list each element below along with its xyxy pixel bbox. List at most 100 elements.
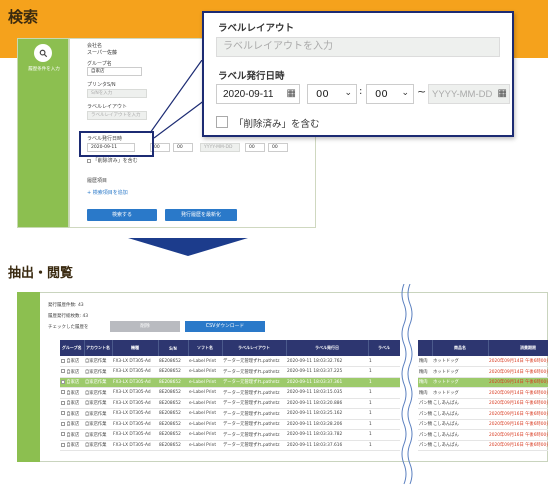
search-icon[interactable] [34,44,52,62]
minute-select[interactable]: 00 [173,143,193,152]
deleted-checkbox-label[interactable]: 「削除済み」を含む [87,157,138,164]
add-condition-link[interactable]: + 検索項目を追加 [87,189,128,196]
sidebar-label[interactable]: 履歴条件を入力 [20,66,68,72]
cell-text: 2020年09月16日 午後6時00分 [489,432,548,438]
zoom-hour-select[interactable]: 00 ⌄ [307,84,357,104]
table-row[interactable]: パン類 こしあんぱん 2020年09月16日 午後6時00分 [418,419,548,430]
table-row[interactable]: 精肉 ホットドッグ 2020年09月14日 午後6時00分 [418,377,548,388]
row-checkbox[interactable] [61,421,65,426]
row-checkbox[interactable] [61,390,65,395]
calendar-icon[interactable]: ▦ [287,88,296,99]
table-row[interactable]: 精肉 ホットドッグ 2020年09月14日 午後6時00分 [418,366,548,378]
column-header[interactable]: アカウント名 [84,340,113,356]
deleted-label-text: 「削除済み」を含む [92,158,138,164]
cell-text: FX3-LX DT305-Ad [113,369,151,375]
table-cell-model: FX3-LX DT305-Ad [112,398,158,409]
table-row[interactable]: 自家店 自家店作業 FX3-LX DT305-Ad 8E208652 e-Label P… [60,377,400,388]
table-cell-sn: 8E208652 [158,398,188,409]
row-checkbox[interactable] [61,432,65,437]
table-row[interactable]: 自家店 自家店作業 FX3-LX DT305-Ad 8E208652 e-Label P… [60,419,400,430]
column-header[interactable]: ラベル発行日 [286,340,369,356]
table-cell-date: 2020-09-11 18:03:20.886 [286,398,368,409]
zoom-minute-select[interactable]: 00 ⌄ [366,84,414,104]
table-cell-model: FX3-LX DT305-Ad [112,366,158,378]
column-header[interactable]: ソフト名 [188,340,223,356]
table-row[interactable]: パン類 こしあんぱん 2020年09月16日 午後6時00分 [418,398,548,409]
row-checkbox[interactable] [61,411,65,416]
date-to-input[interactable]: YYYY-MM-DD [200,143,240,152]
printer-sn-input[interactable]: S/Nを入力 [87,89,147,98]
zoom-source-highlight [79,131,154,157]
table-row[interactable]: 自家店 自家店作業 FX3-LX DT305-Ad 8E208652 e-Label P… [60,366,400,378]
column-header[interactable]: 消費期限 [488,340,548,356]
table-cell-sn: 8E208652 [158,377,188,388]
cell-text: 自家店 [66,432,80,438]
table-cell-item: こしあんぱん [432,419,488,430]
table-cell-soft: e-Label Print [188,408,222,420]
zoom-date-to-input[interactable]: YYYY-MM-DD ▦ [428,84,510,104]
table-cell-sn: 8E208652 [158,356,188,367]
zoom-connector-lines [150,60,206,139]
table-row[interactable]: 自家店 自家店作業 FX3-LX DT305-Ad 8E208652 e-Label P… [60,356,400,367]
calendar-icon[interactable]: ▦ [498,88,507,99]
table-cell-model: FX3-LX DT305-Ad [112,356,158,367]
cell-text: 8E208652 [159,390,181,396]
cell-text: 8E208652 [159,369,181,375]
column-header[interactable]: ラベルレイアウト [222,340,287,356]
cell-text: e-Label Print [189,358,217,364]
table-row[interactable]: 精肉 ホットドッグ 2020年09月14日 午後6時00分 [418,356,548,367]
zoom-layout-input[interactable]: ラベルレイアウトを入力 [216,37,500,57]
cell-text: 2020年09月16日 午後6時00分 [489,401,548,407]
cell-text: パン類 [419,422,432,428]
zoom-deleted-checkbox[interactable] [216,116,228,128]
cell-text: 2020年09月14日 午後6時00分 [489,390,548,396]
row-checkbox[interactable] [61,358,65,363]
table-cell-cat: 精肉 [418,366,432,378]
table-cell-cat: パン類 [418,408,432,420]
zoom-date-from-input[interactable]: 2020-09-11 ▦ [216,84,300,104]
table-row[interactable]: 自家店 自家店作業 FX3-LX DT305-Ad 8E208652 e-Label P… [60,387,400,399]
table-row[interactable]: 自家店 自家店作業 FX3-LX DT305-Ad 8E208652 e-Label P… [60,429,400,441]
csv-download-button[interactable]: CSVダウンロード [185,321,265,332]
search-button[interactable]: 検索する [87,209,157,221]
row-checkbox[interactable] [61,442,65,447]
table-cell-layout: データー元管理ずれ.pathntz [222,387,286,399]
update-history-button[interactable]: 発行履歴を最新化 [165,209,237,221]
table-row[interactable]: 自家店 自家店作業 FX3-LX DT305-Ad 8E208652 e-Label P… [60,440,400,451]
table-cell-layout: データー元管理ずれ.pathntz [222,356,286,367]
column-header[interactable]: グループ名 [60,340,85,356]
layout-input[interactable]: ラベルレイアウトを入力 [87,111,147,120]
table-row[interactable]: 自家店 自家店作業 FX3-LX DT305-Ad 8E208652 e-Label P… [60,408,400,420]
table-cell-date: 2020-09-11 18:03:37.616 [286,440,368,451]
row-checkbox[interactable] [61,369,65,374]
table-row[interactable]: パン類 こしあんぱん 2020年09月16日 午後6時00分 [418,429,548,441]
column-header-label: 商品名 [454,345,466,350]
delete-button[interactable]: 削除 [110,321,180,332]
table-row[interactable]: パン類 こしあんぱん 2020年09月16日 午後6時00分 [418,408,548,420]
row-checkbox[interactable] [61,379,65,384]
to-hour-select[interactable]: 00 [245,143,265,152]
deleted-checkbox[interactable] [87,158,91,163]
group-select[interactable]: 自家店 [87,67,142,76]
cell-text: 自家店作業 [85,401,107,407]
column-header[interactable]: S/N [158,340,189,356]
table-row[interactable]: 精肉 ホットドッグ 2020年09月14日 午後6時00分 [418,387,548,399]
cell-text: e-Label Print [189,421,217,427]
table-row[interactable]: 自家店 自家店作業 FX3-LX DT305-Ad 8E208652 e-Label P… [60,398,400,409]
table-cell-account: 自家店作業 [84,419,112,430]
zoom-deleted-label[interactable]: 「削除済み」を含む [234,116,320,130]
cell-text: 精肉 [419,369,428,375]
table-cell-sn: 8E208652 [158,387,188,399]
column-header[interactable]: 機種 [112,340,159,356]
column-header[interactable]: 商品名 [432,340,489,356]
table-cell-cat: パン類 [418,419,432,430]
layout-label: ラベルレイアウト [87,104,128,110]
table-cell-account: 自家店作業 [84,429,112,441]
to-minute-select[interactable]: 00 [268,143,288,152]
cell-text: 自家店 [66,390,80,396]
row-checkbox[interactable] [61,400,65,405]
table-cell-sn: 8E208652 [158,366,188,378]
table-row[interactable]: パン類 こしあんぱん 2020年09月16日 午後6時00分 [418,440,548,451]
browse-sidebar [17,292,40,462]
table-cell-sn: 8E208652 [158,408,188,420]
